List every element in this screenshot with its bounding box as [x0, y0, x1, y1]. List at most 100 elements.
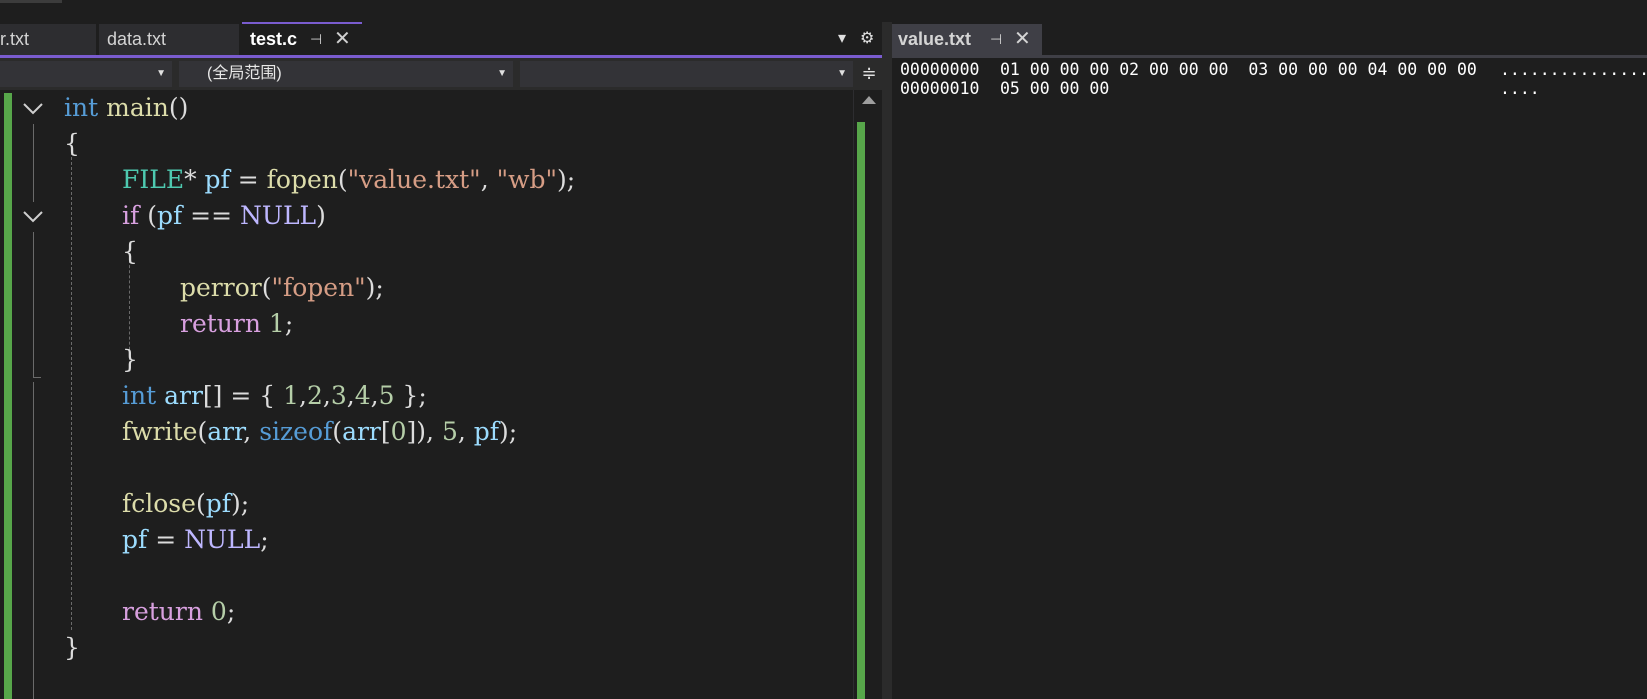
- hex-ascii: ................: [1500, 60, 1647, 79]
- code-token: ,: [457, 417, 474, 446]
- code-token: NULL: [240, 201, 317, 230]
- code-token: return: [180, 309, 261, 338]
- code-token: ,: [322, 381, 331, 410]
- code-editor[interactable]: int main(){FILE* pf = fopen("value.txt",…: [0, 90, 882, 699]
- navigation-bar: ▼ (全局范围) ▼ ▼ ≑: [0, 58, 882, 90]
- code-token: NULL: [184, 525, 261, 554]
- code-token: }: [64, 633, 80, 662]
- code-token: );: [499, 417, 518, 446]
- code-token: ,: [370, 381, 379, 410]
- scroll-up-icon[interactable]: [862, 96, 876, 104]
- code-token: ): [316, 201, 326, 230]
- code-token: fclose: [122, 489, 196, 518]
- code-token: pf: [204, 165, 230, 194]
- code-token: int: [64, 93, 99, 122]
- chevron-down-icon[interactable]: ▾: [838, 28, 846, 47]
- code-token: (: [197, 417, 208, 446]
- code-token: ;: [284, 309, 294, 338]
- hex-editor-pane: value.txt ⊣ ✕ 00000000 01 00 00 00 02 00 …: [892, 22, 1647, 699]
- code-token: ,: [346, 381, 355, 410]
- split-editor-icon[interactable]: ≑: [858, 62, 880, 86]
- code-token: 1: [283, 381, 300, 410]
- code-token: 5: [441, 417, 458, 446]
- code-token: );: [557, 165, 576, 194]
- code-token: ,: [243, 417, 260, 446]
- code-token: sizeof: [259, 417, 333, 446]
- code-line: {: [122, 234, 138, 270]
- code-token: ]),: [406, 417, 442, 446]
- dropdown-arrow-icon: ▼: [156, 68, 166, 79]
- code-token: (: [195, 489, 206, 518]
- code-token: perror: [180, 273, 262, 302]
- hex-ascii: ....: [1500, 79, 1540, 98]
- code-token: ,: [299, 381, 307, 410]
- tab-test-c[interactable]: test.c ⊣ ✕: [242, 22, 362, 55]
- code-token: ,: [480, 165, 497, 194]
- code-token: fopen: [266, 165, 338, 194]
- code-token: "value.txt": [347, 165, 481, 194]
- vertical-scrollbar[interactable]: [853, 90, 882, 699]
- code-line: int arr[] = { 1,2,3,4,5 };: [122, 378, 427, 414]
- member-dropdown[interactable]: ▼: [520, 61, 853, 87]
- code-line: return 0;: [122, 594, 235, 630]
- tab-data-txt[interactable]: data.txt: [99, 24, 239, 55]
- code-token: 2: [306, 381, 323, 410]
- pane-divider[interactable]: [882, 22, 892, 699]
- code-token: (: [261, 273, 272, 302]
- hex-bytes: 01 00 00 00 02 00 00 00 03 00 00 00 04 0…: [1000, 60, 1477, 79]
- code-line: perror("fopen");: [180, 270, 384, 306]
- scope-value: (全局范围): [207, 65, 282, 82]
- tab-value-txt[interactable]: value.txt ⊣ ✕: [892, 24, 1042, 55]
- code-token: int: [122, 381, 157, 410]
- scope-dropdown[interactable]: (全局范围) ▼: [179, 61, 513, 87]
- code-token: {: [64, 129, 80, 158]
- code-line: if (pf == NULL): [122, 198, 326, 234]
- code-token: "fopen": [271, 273, 366, 302]
- code-token: =: [229, 165, 267, 194]
- code-token: FILE: [122, 165, 185, 194]
- code-text: int main(){FILE* pf = fopen("value.txt",…: [0, 90, 850, 699]
- close-icon[interactable]: ✕: [334, 24, 351, 55]
- code-token: 5: [378, 381, 395, 410]
- code-line: }: [64, 630, 80, 666]
- tab-label: value.txt: [898, 29, 972, 49]
- code-token: [] = {: [202, 381, 284, 410]
- code-token: arr: [207, 417, 244, 446]
- scrollbar-change-marker: [857, 122, 865, 699]
- code-token: =: [147, 525, 185, 554]
- tab-underline: [892, 55, 1647, 58]
- editor-pane: r.txt data.txt test.c ⊣ ✕ ▾ ⚙ ▼ (全局范围) ▼ …: [0, 22, 882, 699]
- code-token: return: [122, 597, 203, 626]
- gear-icon[interactable]: ⚙: [860, 28, 874, 47]
- code-line: FILE* pf = fopen("value.txt", "wb");: [122, 162, 575, 198]
- close-icon[interactable]: ✕: [1014, 24, 1031, 55]
- code-line: fwrite(arr, sizeof(arr[0]), 5, pf);: [122, 414, 517, 450]
- code-token: arr: [342, 417, 381, 446]
- hex-view[interactable]: 00000000 01 00 00 00 02 00 00 00 03 00 00…: [900, 60, 1647, 98]
- tab-r-txt[interactable]: r.txt: [0, 24, 96, 55]
- code-token: 4: [354, 381, 371, 410]
- code-token: (: [337, 165, 348, 194]
- code-token: ;: [260, 525, 269, 554]
- project-dropdown[interactable]: ▼: [0, 61, 172, 87]
- pin-icon[interactable]: ⊣: [990, 24, 1002, 55]
- hex-row: 00000010 05 00 00 00....: [900, 79, 1647, 98]
- code-token: {: [122, 237, 138, 266]
- code-token: };: [394, 381, 427, 410]
- code-token: 3: [330, 381, 347, 410]
- code-token: arr: [164, 381, 203, 410]
- code-line: {: [64, 126, 80, 162]
- code-line: return 1;: [180, 306, 293, 342]
- code-token: (): [168, 93, 189, 122]
- code-token: );: [230, 489, 250, 518]
- hex-bytes: 05 00 00 00: [1000, 79, 1110, 98]
- code-line: pf = NULL;: [122, 522, 269, 558]
- pin-icon[interactable]: ⊣: [310, 24, 322, 55]
- code-token: if: [122, 201, 140, 230]
- code-token: fwrite: [122, 417, 198, 446]
- code-token: pf: [473, 417, 500, 446]
- code-token: (: [332, 417, 343, 446]
